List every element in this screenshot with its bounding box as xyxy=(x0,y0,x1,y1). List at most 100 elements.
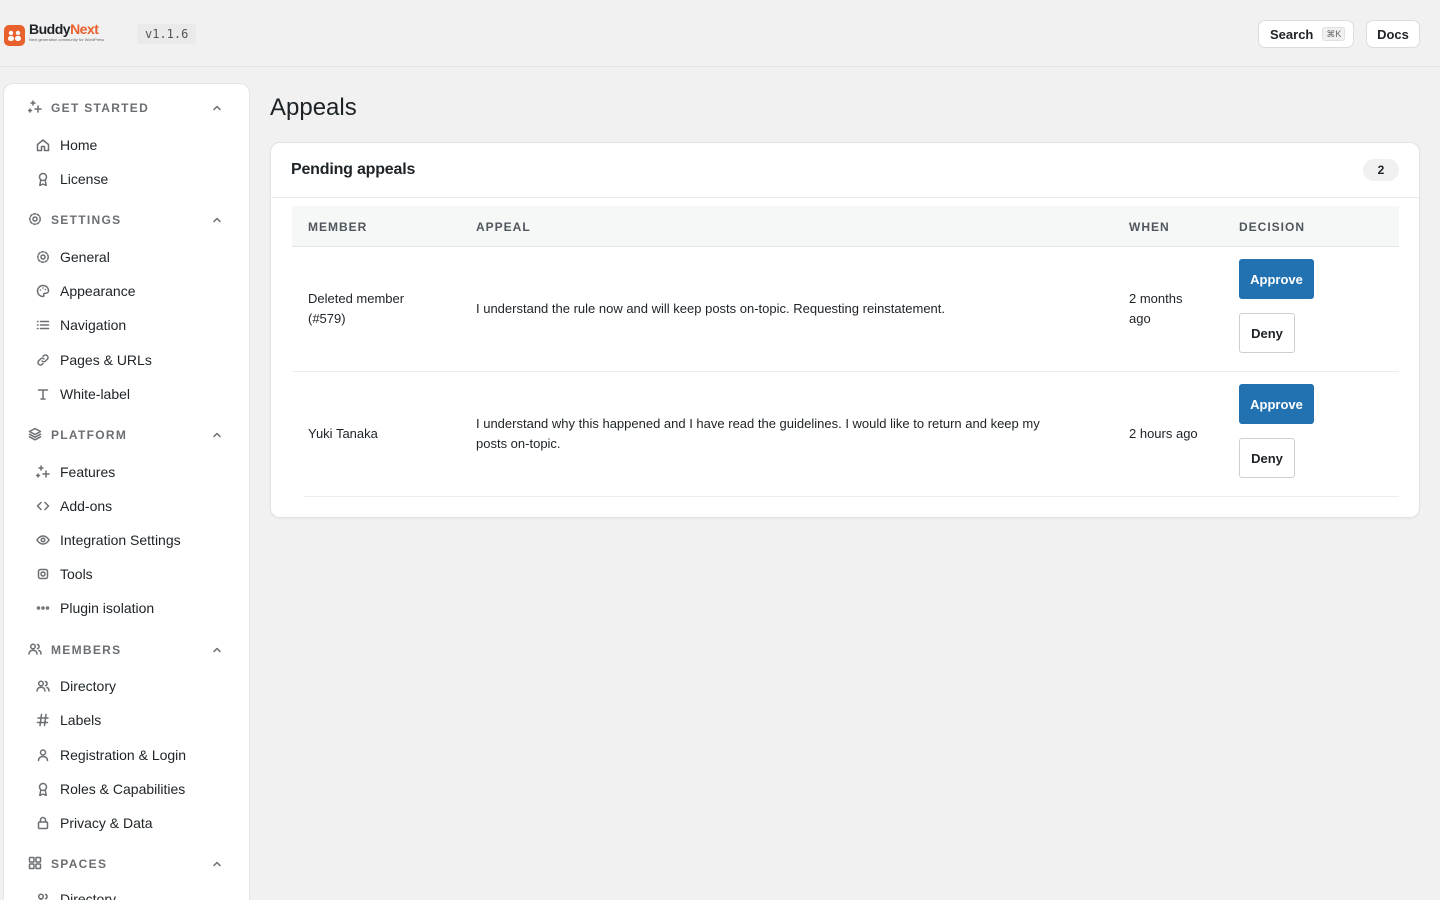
member-name: Deleted member xyxy=(308,291,405,306)
home-icon xyxy=(36,139,50,152)
brand-mark-icon xyxy=(4,25,25,46)
table-row: Deleted member (#579) I understand the r… xyxy=(292,247,1399,372)
sidebar-item-navigation[interactable]: Navigation xyxy=(34,313,234,337)
sidebar-item-white-label[interactable]: White-label xyxy=(34,382,234,406)
sparkles-icon xyxy=(36,465,50,478)
when-text-cont: ago xyxy=(1129,311,1151,326)
section-title: SPACES xyxy=(51,857,108,871)
sidebar-item-integration-settings[interactable]: Integration Settings xyxy=(34,528,234,552)
sidebar-item-label: Pages & URLs xyxy=(60,352,152,368)
deny-button[interactable]: Deny xyxy=(1239,313,1295,353)
section-members[interactable]: MEMBERS xyxy=(4,640,249,660)
layers-icon xyxy=(28,427,42,441)
table-header: MEMBER APPEAL WHEN DECISION xyxy=(292,206,1399,247)
approve-button[interactable]: Approve xyxy=(1239,384,1314,424)
chevron-up-icon[interactable] xyxy=(212,859,222,869)
list-icon xyxy=(36,320,50,330)
appeal-text: I understand why this happened and I hav… xyxy=(476,416,1040,431)
card-title: Pending appeals xyxy=(291,161,416,178)
card-divider xyxy=(271,197,1419,198)
search-shortcut: ⌘K xyxy=(1322,27,1346,41)
brand-tagline: Next generation community for WordPress xyxy=(29,37,105,42)
sidebar-item-roles-capabilities[interactable]: Roles & Capabilities xyxy=(34,777,234,801)
column-header-appeal: APPEAL xyxy=(476,220,531,234)
sidebar-item-label: Registration & Login xyxy=(60,747,187,763)
chevron-up-icon[interactable] xyxy=(212,645,222,655)
code-icon xyxy=(36,501,50,511)
docs-button-label: Docs xyxy=(1377,26,1409,42)
type-icon xyxy=(37,389,49,400)
pending-appeals-card: Pending appeals 2 MEMBER APPEAL WHEN DEC… xyxy=(270,142,1420,518)
users-icon xyxy=(28,643,42,655)
sidebar-item-label: Directory xyxy=(60,891,117,900)
page-title: Appeals xyxy=(270,94,357,121)
sidebar-item-label: General xyxy=(60,249,110,265)
user-icon xyxy=(37,749,49,762)
sidebar-item-home[interactable]: Home xyxy=(34,133,234,157)
gear-icon xyxy=(29,213,41,225)
sidebar-item-label: Add-ons xyxy=(60,498,113,514)
deny-button[interactable]: Deny xyxy=(1239,438,1295,478)
table-row: Yuki Tanaka I understand why this happen… xyxy=(304,372,1399,497)
sidebar-item-license[interactable]: License xyxy=(34,167,234,191)
sidebar-item-label: Appearance xyxy=(60,283,136,299)
member-id: (#579) xyxy=(308,311,346,326)
brand-logo[interactable]: BuddyNext Next generation community for … xyxy=(4,22,104,46)
sidebar-item-general[interactable]: General xyxy=(34,245,234,269)
column-header-when: WHEN xyxy=(1129,220,1170,234)
section-title: GET STARTED xyxy=(51,101,150,115)
section-spaces[interactable]: SPACES xyxy=(4,854,249,874)
count-badge: 2 xyxy=(1363,159,1399,181)
chevron-up-icon[interactable] xyxy=(212,215,222,225)
sidebar-item-registration-login[interactable]: Registration & Login xyxy=(34,743,234,767)
sidebar-item-labels[interactable]: Labels xyxy=(34,708,234,732)
top-bar: BuddyNext Next generation community for … xyxy=(0,0,1440,67)
sidebar-item-features[interactable]: Features xyxy=(34,460,234,484)
chevron-up-icon[interactable] xyxy=(212,103,222,113)
palette-icon xyxy=(36,284,50,298)
sidebar-item-directory[interactable]: Directory xyxy=(34,674,234,698)
sidebar-item-label: Privacy & Data xyxy=(60,815,153,831)
sidebar-item-label: Roles & Capabilities xyxy=(60,781,186,797)
column-header-decision: DECISION xyxy=(1239,220,1306,234)
sidebar-item-spaces-directory[interactable]: Directory xyxy=(34,887,234,900)
brand-name-b: Next xyxy=(70,21,99,37)
sidebar-item-label: Plugin isolation xyxy=(60,600,155,616)
sidebar-item-add-ons[interactable]: Add-ons xyxy=(34,494,234,518)
gear-icon xyxy=(37,251,49,263)
search-button[interactable]: Search ⌘K xyxy=(1258,20,1354,48)
chevron-up-icon[interactable] xyxy=(212,430,222,440)
award-icon xyxy=(38,172,48,186)
sidebar-item-pages-urls[interactable]: Pages & URLs xyxy=(34,348,234,372)
sidebar-item-tools[interactable]: Tools xyxy=(34,562,234,586)
when-text: 2 months xyxy=(1129,291,1183,306)
sidebar-item-plugin-isolation[interactable]: Plugin isolation xyxy=(34,596,234,620)
section-platform[interactable]: PLATFORM xyxy=(4,425,249,445)
hash-icon xyxy=(36,713,49,727)
award-icon xyxy=(38,782,48,796)
member-name: Yuki Tanaka xyxy=(308,426,378,441)
version-badge: v1.1.6 xyxy=(137,24,197,44)
approve-button[interactable]: Approve xyxy=(1239,259,1314,299)
sidebar-item-label: Features xyxy=(60,464,116,480)
docs-button[interactable]: Docs xyxy=(1366,20,1420,48)
link-icon xyxy=(37,354,49,366)
sidebar-item-privacy-data[interactable]: Privacy & Data xyxy=(34,811,234,835)
appeal-cell: I understand why this happened and I hav… xyxy=(476,414,1040,454)
sidebar-item-label: Navigation xyxy=(60,317,127,333)
column-header-member: MEMBER xyxy=(308,220,368,234)
sidebar-item-label: Tools xyxy=(60,566,93,582)
brand-name-a: Buddy xyxy=(29,21,71,37)
appeal-text: I understand the rule now and will keep … xyxy=(476,301,945,316)
section-get-started[interactable]: GET STARTED xyxy=(4,98,249,118)
grid-icon xyxy=(28,856,42,870)
sidebar-item-label: Home xyxy=(60,137,98,153)
more-dots-icon xyxy=(36,606,50,610)
eye-icon xyxy=(36,535,50,545)
users-icon xyxy=(36,680,50,692)
sidebar-item-appearance[interactable]: Appearance xyxy=(34,279,234,303)
sidebar-item-label: White-label xyxy=(60,386,131,402)
lock-icon xyxy=(37,816,49,830)
section-title: MEMBERS xyxy=(51,643,122,657)
section-settings[interactable]: SETTINGS xyxy=(4,210,249,230)
